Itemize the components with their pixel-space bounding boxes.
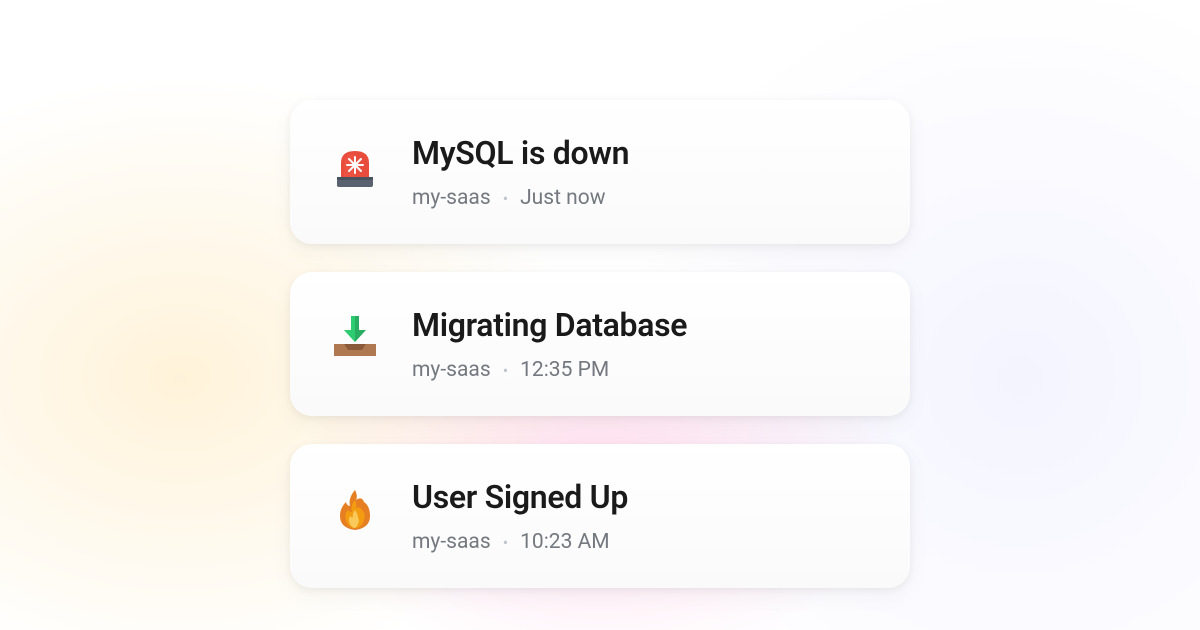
notification-title: MySQL is down xyxy=(412,134,629,172)
separator-dot-icon: • xyxy=(503,361,508,380)
fire-icon xyxy=(330,484,380,534)
notification-time: 12:35 PM xyxy=(520,358,609,382)
separator-dot-icon: • xyxy=(503,189,508,208)
notification-meta: my-saas • Just now xyxy=(412,186,629,210)
notification-time: 10:23 AM xyxy=(520,530,610,554)
notification-content: MySQL is down my-saas • Just now xyxy=(412,134,629,210)
notification-meta: my-saas • 12:35 PM xyxy=(412,358,687,382)
separator-dot-icon: • xyxy=(503,533,508,552)
notification-source: my-saas xyxy=(412,530,491,554)
notification-content: Migrating Database my-saas • 12:35 PM xyxy=(412,306,687,382)
notification-card[interactable]: Migrating Database my-saas • 12:35 PM xyxy=(290,272,910,416)
notification-title: Migrating Database xyxy=(412,306,687,344)
notification-list: MySQL is down my-saas • Just now xyxy=(290,100,910,588)
notification-card[interactable]: MySQL is down my-saas • Just now xyxy=(290,100,910,244)
notification-card[interactable]: User Signed Up my-saas • 10:23 AM xyxy=(290,444,910,588)
notification-title: User Signed Up xyxy=(412,478,628,516)
notification-source: my-saas xyxy=(412,186,491,210)
siren-icon xyxy=(330,140,380,190)
notification-meta: my-saas • 10:23 AM xyxy=(412,530,628,554)
notification-source: my-saas xyxy=(412,358,491,382)
notification-content: User Signed Up my-saas • 10:23 AM xyxy=(412,478,628,554)
notification-time: Just now xyxy=(520,186,605,210)
inbox-download-icon xyxy=(330,312,380,362)
